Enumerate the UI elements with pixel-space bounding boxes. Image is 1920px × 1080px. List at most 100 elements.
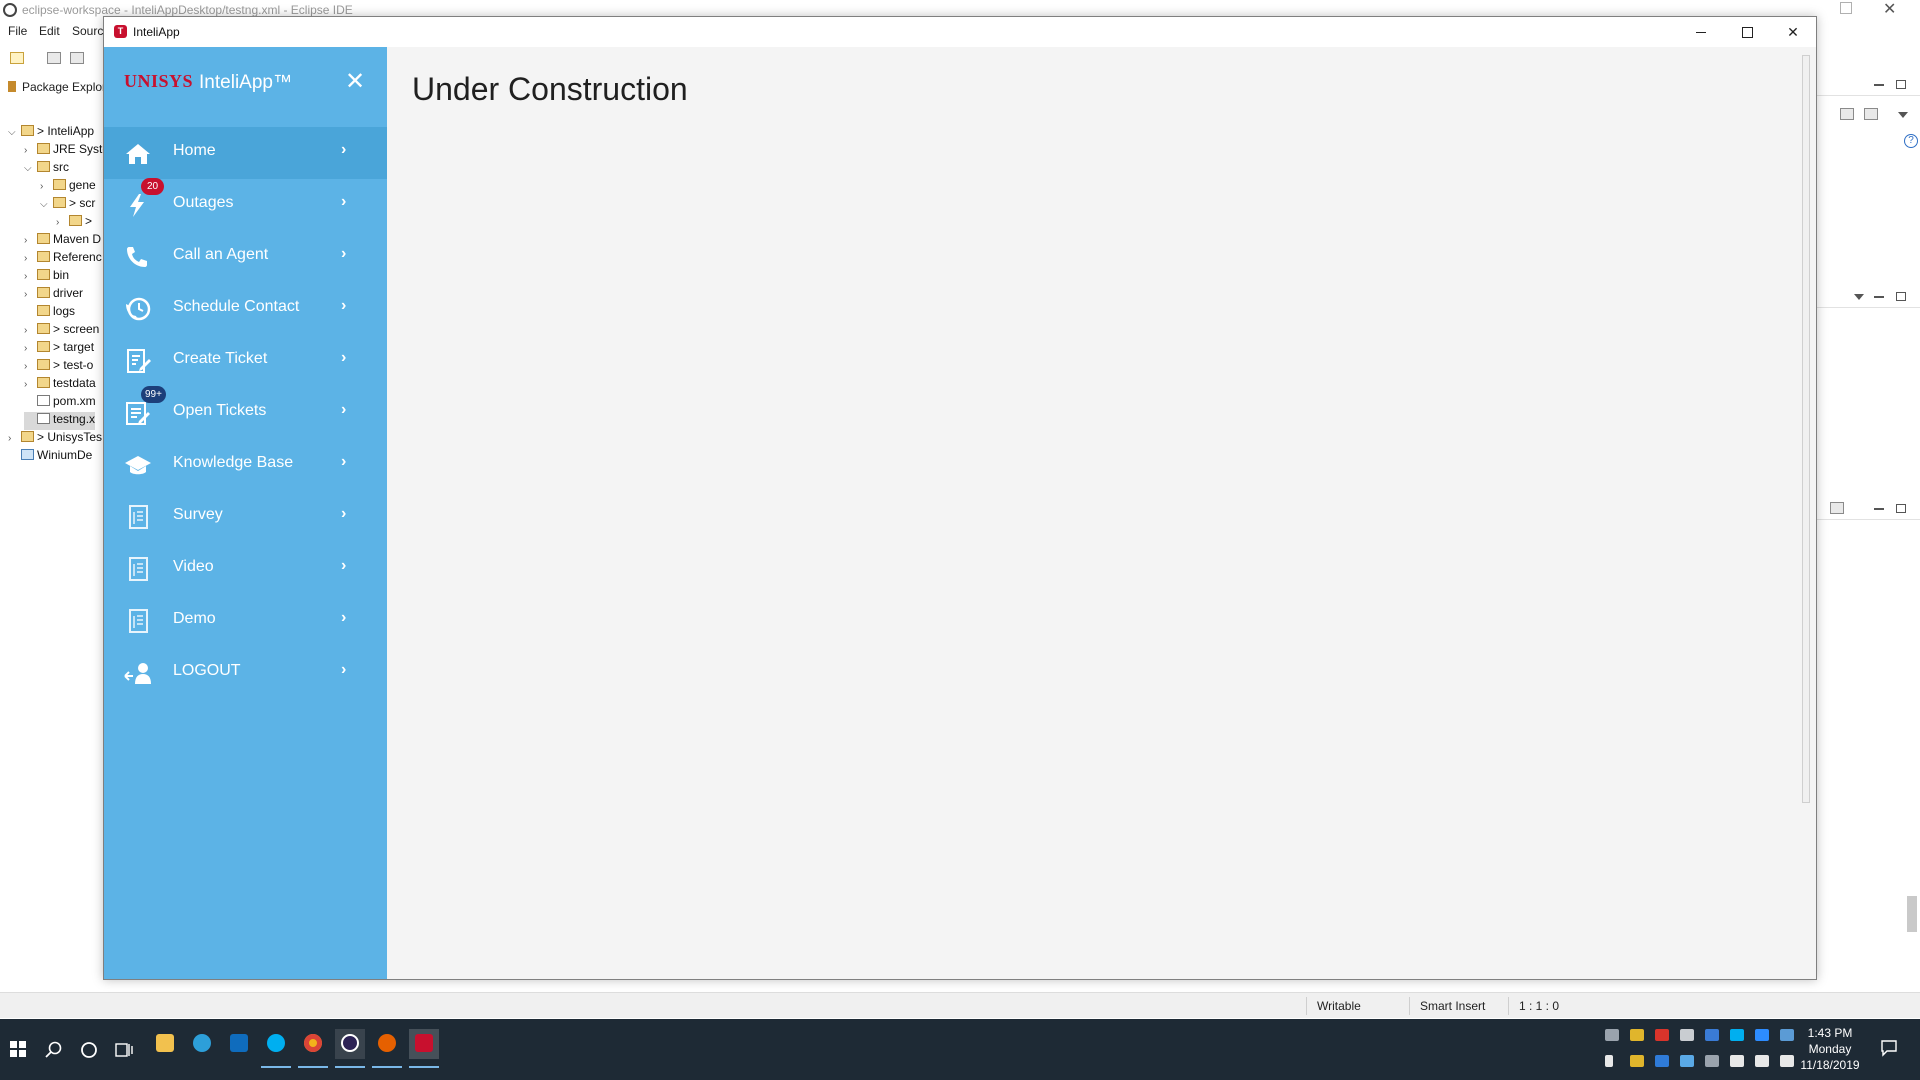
flag-icon[interactable] — [1630, 1055, 1644, 1067]
tree-item[interactable]: WiniumDe — [8, 448, 92, 466]
tree-item[interactable]: ⌵ > InteliApp — [8, 124, 94, 142]
view-menu-icon[interactable] — [1854, 294, 1864, 300]
tree-item[interactable]: logs — [24, 304, 75, 322]
windows-start-icon[interactable] — [10, 1041, 26, 1057]
eclipse-icon[interactable] — [335, 1029, 365, 1068]
task-view-icon[interactable] — [115, 1041, 135, 1059]
tree-item[interactable]: › testdata — [24, 376, 96, 394]
tree-item[interactable]: › JRE Syste — [24, 142, 109, 160]
menu-source[interactable]: Sourc — [72, 24, 103, 38]
save-icon[interactable] — [47, 52, 61, 64]
source-folder-icon — [37, 161, 50, 172]
scroll-thumb[interactable] — [1802, 55, 1810, 803]
tree-item[interactable]: ⌵ > scr — [40, 196, 95, 214]
file-explorer-icon[interactable] — [150, 1029, 180, 1059]
close-button[interactable]: ✕ — [1770, 17, 1816, 47]
collapse-all-icon[interactable] — [1840, 108, 1854, 120]
nav-label: Outages — [173, 194, 234, 211]
lightning-icon — [130, 194, 144, 217]
minimize-button[interactable] — [1678, 17, 1724, 47]
open-console-icon[interactable] — [1830, 502, 1844, 514]
nav-item-schedule-contact[interactable]: Schedule Contact › — [104, 283, 387, 335]
wifi-icon[interactable] — [1755, 1055, 1769, 1067]
minimize-icon[interactable] — [1874, 84, 1884, 86]
chevron-right-icon: › — [341, 453, 347, 470]
console-vscroll[interactable] — [1904, 890, 1920, 970]
tree-item[interactable]: › > target — [24, 340, 94, 358]
notification-center-icon[interactable] — [1880, 1039, 1898, 1057]
nav-item-logout[interactable]: LOGOUT › — [104, 647, 387, 699]
zoom-icon[interactable] — [1755, 1029, 1769, 1041]
maximize-icon[interactable] — [1896, 292, 1906, 301]
eclipse-restore-icon[interactable] — [1840, 2, 1852, 14]
folder-icon — [37, 269, 50, 280]
folder-icon — [37, 359, 50, 370]
tree-item[interactable]: ⌵ src — [24, 160, 69, 178]
shield-icon[interactable] — [1630, 1029, 1644, 1041]
minimize-icon[interactable] — [1874, 508, 1884, 510]
sync-icon[interactable] — [1864, 108, 1878, 120]
folder-icon — [37, 287, 50, 298]
tree-item[interactable]: › Referenc — [24, 250, 102, 268]
outlook-icon[interactable] — [224, 1029, 254, 1059]
system-clock[interactable]: 1:43 PM Monday 11/18/2019 — [1788, 1025, 1872, 1073]
antivirus-icon[interactable] — [1655, 1029, 1669, 1041]
network-adapter-icon[interactable] — [1680, 1055, 1694, 1067]
battery-icon[interactable] — [1730, 1055, 1744, 1067]
maximize-icon[interactable] — [1896, 504, 1906, 513]
skype-icon[interactable] — [261, 1029, 291, 1068]
tree-item[interactable]: › driver — [24, 286, 83, 304]
main-vscroll[interactable] — [1797, 47, 1814, 979]
firefox-icon[interactable] — [372, 1029, 402, 1068]
nav-item-knowledge-base[interactable]: Knowledge Base › — [104, 439, 387, 491]
tree-item[interactable]: › gene — [40, 178, 96, 196]
search-icon[interactable] — [45, 1041, 63, 1059]
clock-day: Monday — [1808, 1042, 1852, 1056]
package-icon — [8, 81, 16, 92]
close-menu-icon[interactable]: ✕ — [340, 67, 370, 97]
chrome-icon[interactable] — [298, 1029, 328, 1068]
package-explorer-tab[interactable]: Package Explor — [8, 80, 106, 94]
tree-item[interactable]: › > screen — [24, 322, 99, 340]
currency-icon[interactable] — [1605, 1055, 1613, 1067]
tree-item[interactable]: › > UnisysTes — [8, 430, 102, 448]
eclipse-close-icon[interactable]: ✕ — [1883, 0, 1896, 19]
inteliapp-icon[interactable] — [409, 1029, 439, 1068]
tree-item[interactable]: › Maven D — [24, 232, 101, 250]
project-icon — [21, 125, 34, 136]
tree-item[interactable]: › > test-o — [24, 358, 93, 376]
project-icon — [21, 431, 34, 442]
nav-item-video[interactable]: Video › — [104, 543, 387, 595]
nav-item-open-tickets[interactable]: 99+ Open Tickets › — [104, 386, 387, 439]
vpn-icon[interactable] — [1705, 1055, 1719, 1067]
maximize-button[interactable] — [1724, 17, 1770, 47]
new-icon[interactable] — [10, 52, 24, 64]
maximize-icon[interactable] — [1896, 80, 1906, 89]
bluetooth-icon[interactable] — [1655, 1055, 1669, 1067]
scroll-thumb[interactable] — [1907, 896, 1917, 932]
cortana-icon[interactable] — [80, 1041, 98, 1059]
nav-item-demo[interactable]: Demo › — [104, 595, 387, 647]
menu-edit[interactable]: Edit — [39, 24, 60, 38]
save-all-icon[interactable] — [70, 52, 84, 64]
skype-tray-icon[interactable] — [1730, 1029, 1744, 1041]
nav-item-call-an-agent[interactable]: Call an Agent › — [104, 231, 387, 283]
nav-item-create-ticket[interactable]: Create Ticket › — [104, 335, 387, 387]
tree-item-selected[interactable]: testng.x — [24, 412, 96, 430]
help-icon[interactable]: ? — [1904, 134, 1918, 148]
internet-explorer-icon[interactable] — [187, 1029, 217, 1059]
monitor-icon[interactable] — [1705, 1029, 1719, 1041]
minimize-icon[interactable] — [1874, 296, 1884, 298]
tool-icon[interactable] — [1680, 1029, 1694, 1041]
nav-item-home[interactable]: Home › — [104, 127, 387, 179]
eclipse-toolbar — [0, 48, 110, 70]
tree-item[interactable]: pom.xm — [24, 394, 96, 412]
nav-item-survey[interactable]: Survey › — [104, 491, 387, 543]
cloud-icon[interactable] — [1605, 1029, 1619, 1041]
tree-item[interactable]: › > — [56, 214, 92, 232]
view-menu-icon[interactable] — [1898, 112, 1908, 118]
tree-item[interactable]: › bin — [24, 268, 69, 286]
nav-item-outages[interactable]: 20 Outages › — [104, 178, 387, 231]
library-icon — [37, 143, 50, 154]
menu-file[interactable]: File — [8, 24, 27, 38]
